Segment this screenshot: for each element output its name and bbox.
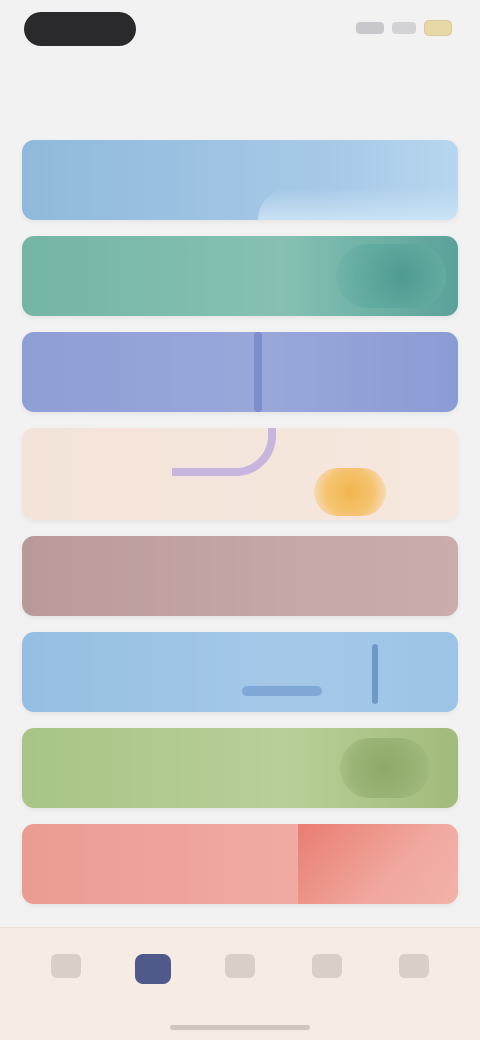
tab-home[interactable] [34, 954, 98, 1002]
category-card-7[interactable] [22, 728, 458, 808]
card-decoration [298, 824, 458, 904]
sun-decoration [314, 468, 386, 516]
tab-profile[interactable] [382, 954, 446, 1002]
dynamic-island [24, 12, 136, 46]
app-screen [0, 0, 480, 1040]
status-bar [0, 0, 480, 64]
signal-icon [356, 22, 384, 34]
search-icon [225, 954, 255, 978]
tab-bar [0, 927, 480, 1040]
home-icon [51, 954, 81, 978]
tab-search[interactable] [208, 954, 272, 1002]
card-decoration-swoosh [172, 428, 276, 476]
status-icons [356, 20, 452, 36]
category-card-2[interactable] [22, 236, 458, 316]
card-decoration [340, 738, 430, 798]
card-decoration [254, 332, 262, 412]
wifi-icon [392, 22, 416, 34]
page-title [0, 70, 480, 94]
tab-favorites[interactable] [295, 954, 359, 1002]
battery-icon [424, 20, 452, 36]
card-decoration [336, 244, 446, 308]
heart-icon [312, 954, 342, 978]
card-decoration [258, 188, 458, 220]
category-card-5[interactable] [22, 536, 458, 616]
card-decoration [242, 686, 322, 696]
tab-row [34, 954, 446, 1002]
category-list [22, 140, 458, 920]
category-card-8[interactable] [22, 824, 458, 904]
home-indicator[interactable] [170, 1025, 310, 1030]
card-decoration-pole [372, 644, 378, 704]
category-card-6[interactable] [22, 632, 458, 712]
profile-icon [399, 954, 429, 978]
tab-calendar[interactable] [121, 954, 185, 1002]
category-card-4[interactable] [22, 428, 458, 520]
category-card-1[interactable] [22, 140, 458, 220]
category-card-3[interactable] [22, 332, 458, 412]
calendar-icon [135, 954, 171, 984]
